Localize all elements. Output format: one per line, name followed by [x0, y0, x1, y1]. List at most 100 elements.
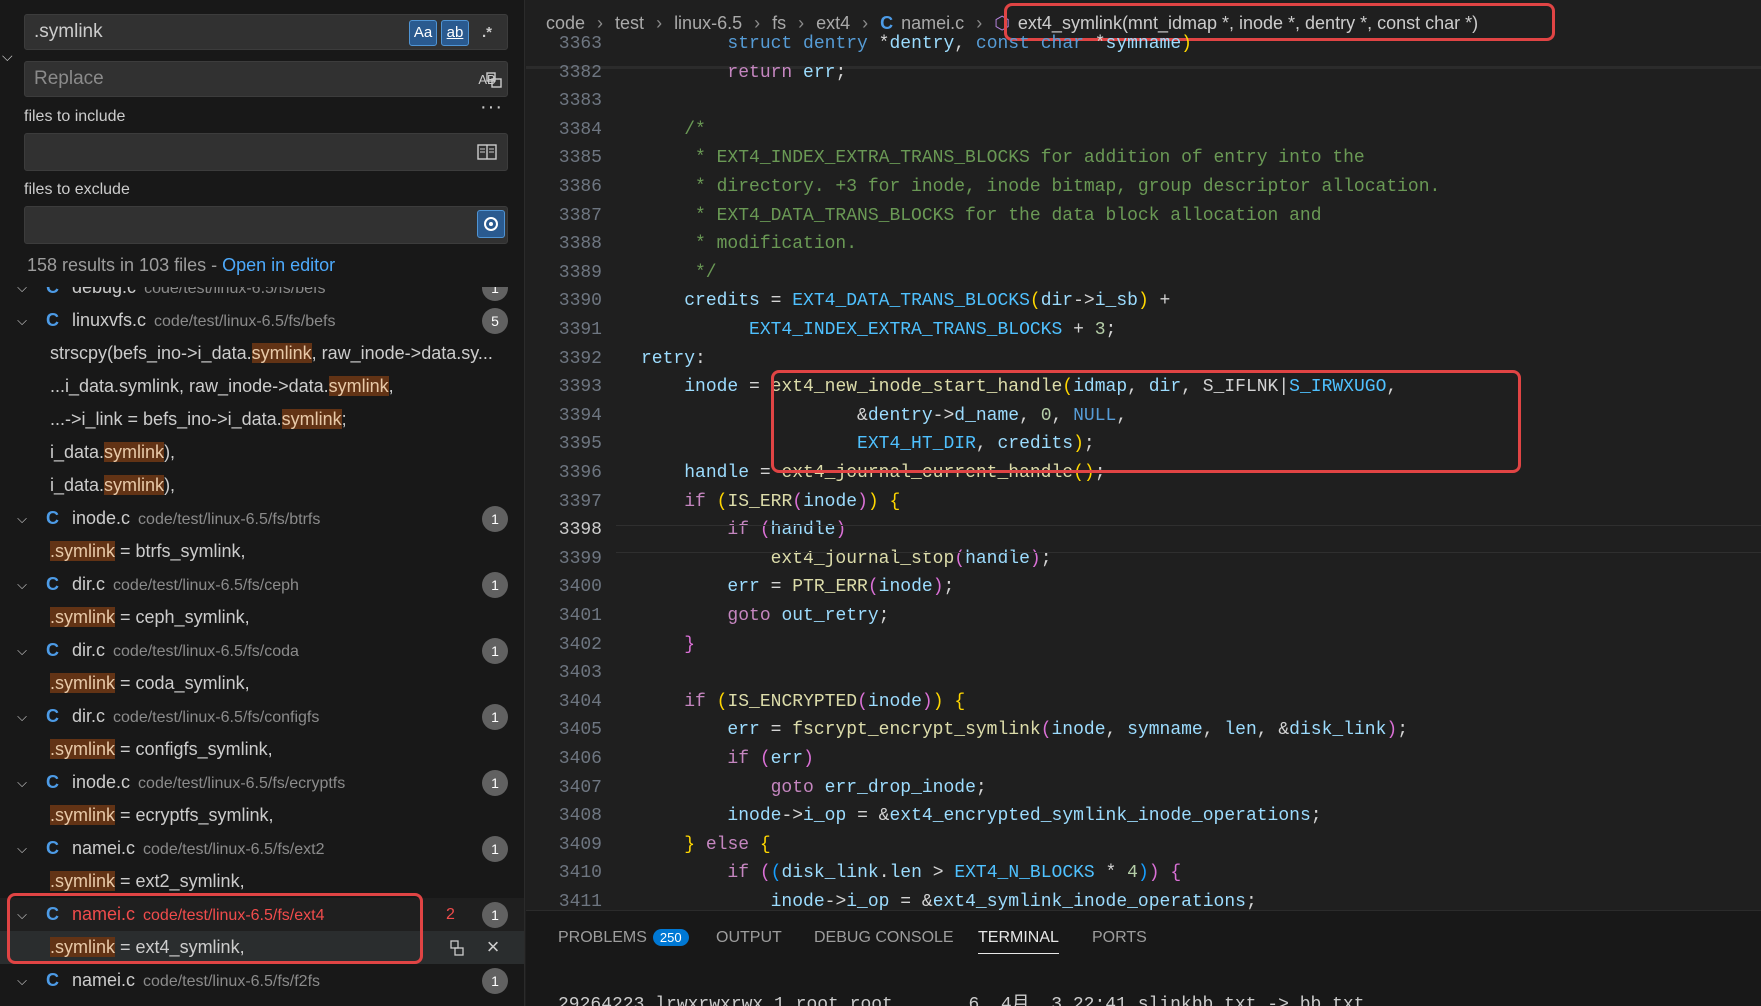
files-include-label: files to include — [24, 108, 126, 125]
open-in-editor-link[interactable]: Open in editor — [222, 255, 335, 275]
code-line[interactable]: &dentry->d_name, 0, NULL, — [641, 406, 1127, 426]
code-line[interactable]: /* — [641, 120, 706, 140]
breadcrumb-fs[interactable]: fs — [772, 13, 786, 34]
match-suffix: = coda_symlink, — [115, 673, 250, 693]
result-file-row[interactable]: ⌵ Cinode.c code/test/linux-6.5/fs/btrfs 1 — [0, 502, 524, 535]
result-file-row[interactable]: ⌵ Cnamei.c code/test/linux-6.5/fs/ext4 2 1 — [0, 898, 524, 931]
chevron-down-icon[interactable]: ⌵ — [14, 287, 30, 296]
code-line[interactable]: EXT4_INDEX_EXTRA_TRANS_BLOCKS + 3; — [641, 320, 1116, 340]
code-line[interactable]: if (err) — [641, 749, 813, 769]
code-line[interactable]: err = PTR_ERR(inode); — [641, 577, 954, 597]
more-options-icon[interactable]: ··· — [480, 96, 503, 119]
chevron-down-icon[interactable]: ⌵ — [14, 511, 30, 527]
match-text: i_data.symlink), — [50, 475, 175, 496]
code-line[interactable]: */ — [641, 263, 717, 283]
result-match-row[interactable]: strscpy(befs_ino->i_data.symlink, raw_in… — [0, 337, 524, 370]
result-match-row[interactable]: .symlink = configfs_symlink, — [0, 733, 524, 766]
code-line[interactable]: } — [641, 635, 695, 655]
result-file-row[interactable]: ⌵ Cinode.c code/test/linux-6.5/fs/ecryptfs… — [0, 766, 524, 799]
files-exclude-input[interactable] — [24, 206, 508, 244]
file-name-text: debug.c — [72, 287, 137, 297]
result-match-row[interactable]: i_data.symlink), — [0, 436, 524, 469]
result-file-row[interactable]: ⌵ Clinuxvfs.c code/test/linux-6.5/fs/befs 5 — [0, 304, 524, 337]
result-match-row[interactable]: .symlink = ext4_symlink, × — [0, 931, 524, 964]
result-match-row[interactable]: .symlink = ceph_symlink, — [0, 601, 524, 634]
use-exclude-settings-icon[interactable] — [477, 210, 505, 238]
result-match-row[interactable]: ...->i_link = befs_ino->i_data.symlink; — [0, 403, 524, 436]
code-line[interactable]: * EXT4_INDEX_EXTRA_TRANS_BLOCKS for addi… — [641, 148, 1365, 168]
line-number: 3389 — [558, 262, 602, 283]
replace-placeholder: Replace — [34, 68, 104, 89]
line-number: 3404 — [558, 691, 602, 712]
code-line[interactable]: * EXT4_DATA_TRANS_BLOCKS for the data bl… — [641, 206, 1322, 226]
code-line[interactable]: inode->i_op = &ext4_symlink_inode_operat… — [641, 892, 1257, 910]
match-whole-word-button[interactable]: ab — [441, 20, 469, 46]
result-match-row[interactable]: .symlink = ecryptfs_symlink, — [0, 799, 524, 832]
tab-ports[interactable]: PORTS — [1092, 929, 1147, 947]
result-file-row[interactable]: ⌵ Cdir.c code/test/linux-6.5/fs/coda 1 — [0, 634, 524, 667]
code-line[interactable]: if (IS_ERR(inode)) { — [641, 492, 900, 512]
tab-output[interactable]: OUTPUT — [716, 929, 782, 947]
result-match-row[interactable]: .symlink = btrfs_symlink, — [0, 535, 524, 568]
chevron-down-icon[interactable]: ⌵ — [14, 841, 30, 857]
file-name-text: namei.c — [72, 838, 136, 858]
collapse-chevron-icon[interactable]: ⌵ — [2, 48, 13, 65]
match-highlight: .symlink — [50, 937, 116, 957]
code-line[interactable]: } else { — [641, 835, 770, 855]
result-file-row[interactable]: ⌵ Cdir.c code/test/linux-6.5/fs/ceph 1 — [0, 568, 524, 601]
code-line[interactable]: inode->i_op = &ext4_encrypted_symlink_in… — [641, 806, 1321, 826]
code-line[interactable]: * directory. +3 for inode, inode bitmap,… — [641, 177, 1440, 197]
result-match-row[interactable]: .symlink = ext2_symlink, — [0, 865, 524, 898]
regex-button[interactable]: .* — [473, 20, 501, 46]
result-match-row[interactable]: i_data.symlink), — [0, 469, 524, 502]
tab-debug-console[interactable]: DEBUG CONSOLE — [814, 929, 954, 947]
tab-terminal[interactable]: TERMINAL — [978, 929, 1059, 954]
dismiss-icon[interactable]: × — [480, 934, 506, 960]
breadcrumb-test[interactable]: test — [615, 13, 644, 34]
code-line[interactable]: EXT4_HT_DIR, credits); — [641, 434, 1095, 454]
breadcrumb-code[interactable]: code — [546, 13, 585, 34]
code-line[interactable]: inode = ext4_new_inode_start_handle(idma… — [641, 377, 1397, 397]
open-editors-icon[interactable] — [473, 138, 501, 166]
code-line[interactable]: goto out_retry; — [641, 606, 889, 626]
line-number: 3398 — [558, 520, 602, 541]
code-line[interactable]: struct dentry *dentry, const char *symna… — [641, 34, 1192, 54]
chevron-down-icon[interactable]: ⌵ — [14, 775, 30, 791]
chevron-down-icon[interactable]: ⌵ — [14, 709, 30, 725]
replace-input[interactable]: Replace AB — [24, 61, 508, 97]
breadcrumb-linux[interactable]: linux-6.5 — [674, 13, 742, 34]
code-line[interactable]: return err; — [641, 63, 846, 83]
code-line[interactable]: if (IS_ENCRYPTED(inode)) { — [641, 692, 965, 712]
breadcrumb-symbol[interactable]: ext4_symlink(mnt_idmap *, inode *, dentr… — [1018, 13, 1478, 34]
code-line[interactable]: err = fscrypt_encrypt_symlink(inode, sym… — [641, 720, 1408, 740]
replace-all-icon[interactable] — [480, 66, 508, 94]
files-include-input[interactable] — [24, 133, 508, 171]
breadcrumb-ext4[interactable]: ext4 — [816, 13, 850, 34]
code-line[interactable]: * modification. — [641, 234, 857, 254]
chevron-down-icon[interactable]: ⌵ — [14, 907, 30, 923]
terminal-output[interactable]: 29264223 lrwxrwxrwx 1 root root 6 4月 3 2… — [558, 989, 1365, 1006]
match-prefix: strscpy(befs_ino->i_data. — [50, 343, 252, 363]
chevron-down-icon[interactable]: ⌵ — [14, 643, 30, 659]
code-line[interactable]: handle = ext4_journal_current_handle(); — [641, 463, 1105, 483]
result-file-row[interactable]: ⌵ Cnamei.c code/test/linux-6.5/fs/f2fs 1 — [0, 964, 524, 997]
result-match-row[interactable]: ...i_data.symlink, raw_inode->data.symli… — [0, 370, 524, 403]
breadcrumb-file[interactable]: namei.c — [901, 13, 964, 34]
result-file-row[interactable]: ⌵ Cnamei.c code/test/linux-6.5/fs/ext2 1 — [0, 832, 524, 865]
result-file-row[interactable]: ⌵ Cdir.c code/test/linux-6.5/fs/configfs 1 — [0, 700, 524, 733]
match-text: .symlink = ext2_symlink, — [50, 871, 245, 892]
chevron-down-icon[interactable]: ⌵ — [14, 577, 30, 593]
result-match-row[interactable]: .symlink = coda_symlink, — [0, 667, 524, 700]
tab-problems[interactable]: PROBLEMS 250 — [558, 929, 689, 947]
chevron-down-icon[interactable]: ⌵ — [14, 973, 30, 989]
code-line[interactable]: retry: — [641, 349, 706, 369]
line-number: 3401 — [558, 606, 602, 626]
replace-icon[interactable] — [445, 936, 469, 960]
chevron-down-icon[interactable]: ⌵ — [14, 313, 30, 329]
result-file-row[interactable]: ⌵ Cdebug.c code/test/linux-6.5/fs/befs 1 — [0, 287, 524, 304]
code-line[interactable]: if ((disk_link.len > EXT4_N_BLOCKS * 4))… — [641, 863, 1181, 883]
code-line[interactable]: credits = EXT4_DATA_TRANS_BLOCKS(dir->i_… — [641, 291, 1170, 311]
search-input[interactable]: .symlink Aa ab .* — [24, 14, 508, 50]
code-line[interactable]: goto err_drop_inode; — [641, 778, 987, 798]
match-case-button[interactable]: Aa — [409, 20, 437, 46]
